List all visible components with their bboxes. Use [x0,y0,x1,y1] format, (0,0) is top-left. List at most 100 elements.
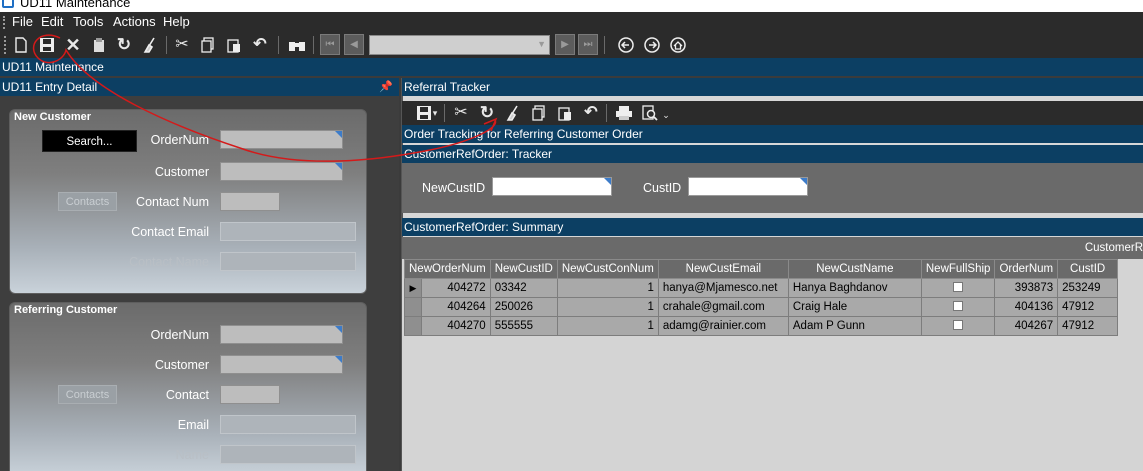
new-customer-field[interactable] [220,162,343,181]
ref-customer-label: Customer [154,358,209,372]
table-cell[interactable]: 404264 [404,297,491,317]
checkbox[interactable] [953,319,964,330]
full-ship-cell[interactable] [920,278,996,298]
checkbox[interactable] [953,281,964,292]
referral-toolbar: ▾ ✂ ↻ ↶ ⌄ [402,101,1143,125]
last-record-icon[interactable]: ⏭ [578,34,598,55]
table-row[interactable]: 404272 ▶ 03342 1 hanya@Mjamesco.net Hanya Bag… [404,278,1119,298]
table-cell[interactable]: 404267 [994,316,1059,336]
checkbox[interactable] [953,300,964,311]
column-header[interactable]: OrderNum [994,259,1059,279]
back-icon[interactable] [616,35,636,55]
print-icon[interactable] [614,103,634,123]
full-ship-cell[interactable] [920,297,996,317]
new-cust-id-field[interactable] [492,177,612,196]
menu-help[interactable]: Help [163,14,190,29]
ref-email-field[interactable] [220,415,356,434]
table-cell[interactable]: 404272 ▶ [404,278,491,298]
table-cell[interactable]: Adam P Gunn [787,316,922,336]
referring-customer-title: Referring Customer [14,304,118,316]
table-cell[interactable]: 404270 [404,316,491,336]
column-header[interactable]: NewCustID [489,259,558,279]
new-contacts-button[interactable]: Contacts [58,192,117,211]
paste-icon[interactable] [555,103,575,123]
full-ship-cell[interactable] [920,316,996,336]
table-cell[interactable]: 1 [556,316,659,336]
column-header[interactable]: NewCustConNum [556,259,659,279]
table-cell[interactable]: adamg@rainier.com [657,316,789,336]
cut-icon[interactable]: ✂ [451,103,471,123]
undo-icon[interactable]: ↶ [581,103,601,123]
print-preview-icon[interactable] [640,103,660,123]
ref-ordernum-field[interactable] [220,325,343,344]
copy-icon[interactable] [529,103,549,123]
pin-icon[interactable]: 📌 [379,78,393,96]
table-cell[interactable]: 250026 [489,297,558,317]
clipboard-icon[interactable] [89,35,109,55]
ref-contacts-button[interactable]: Contacts [58,385,117,404]
table-cell[interactable]: 47912 [1057,297,1119,317]
entry-detail-header: UD11 Entry Detail 📌 [0,78,399,96]
contact-num-field[interactable] [220,192,280,211]
contact-name-field[interactable] [220,252,356,271]
column-header[interactable]: CustID [1057,259,1119,279]
menu-file[interactable]: File [12,14,33,29]
undo-icon[interactable]: ↶ [250,35,270,55]
overflow-chevron-icon[interactable]: ⌄ [661,105,671,125]
ref-email-label: Email [177,418,209,432]
row-indicator-icon[interactable]: ▶ [405,279,422,297]
new-ordernum-label: OrderNum [150,133,209,147]
cut-icon[interactable]: ✂ [172,35,192,55]
table-row[interactable]: 404270 555555 1 adamg@rainier.com Adam P Gun… [404,316,1119,336]
table-cell[interactable]: 47912 [1057,316,1119,336]
table-row[interactable]: 404264 250026 1 crahale@gmail.com Craig Hale… [404,297,1119,317]
table-cell[interactable]: 253249 [1057,278,1119,298]
home-icon[interactable] [668,35,688,55]
menu-actions[interactable]: Actions [113,14,156,29]
ref-contact-field[interactable] [220,385,280,404]
table-cell[interactable]: 03342 [489,278,558,298]
paste-icon[interactable] [224,35,244,55]
new-icon[interactable] [11,35,31,55]
save-icon[interactable] [37,35,57,55]
record-selector[interactable]: ▼ [369,35,550,55]
first-record-icon[interactable]: ⏮ [320,34,340,55]
table-cell[interactable]: 1 [556,278,659,298]
delete-icon[interactable]: ✕ [63,35,83,55]
table-cell[interactable]: 404136 [994,297,1059,317]
table-cell[interactable]: Craig Hale [787,297,922,317]
table-cell[interactable]: hanya@Mjamesco.net [657,278,789,298]
ref-customer-field[interactable] [220,355,343,374]
clear-icon[interactable] [503,103,523,123]
clear-icon[interactable] [140,35,160,55]
row-selector[interactable] [405,317,422,335]
table-cell[interactable]: 393873 [994,278,1059,298]
next-record-icon[interactable]: ▶ [555,34,575,55]
menu-edit[interactable]: Edit [41,14,63,29]
search-button[interactable]: Search... [42,130,137,152]
copy-icon[interactable] [198,35,218,55]
column-header[interactable]: NewCustName [787,259,922,279]
table-cell[interactable]: Hanya Baghdanov [787,278,922,298]
new-ordernum-field[interactable] [220,130,343,149]
column-header[interactable]: NewCustEmail [657,259,789,279]
cust-id-field[interactable] [688,177,808,196]
menu-tools[interactable]: Tools [73,14,103,29]
table-cell[interactable]: 555555 [489,316,558,336]
new-customer-group: New Customer Search... OrderNum Customer… [9,109,367,294]
chevron-down-icon[interactable]: ▾ [430,103,440,123]
contact-email-field[interactable] [220,222,356,241]
binoculars-icon[interactable] [287,35,307,55]
ref-name-field[interactable] [220,445,356,464]
refresh-icon[interactable]: ↻ [114,35,134,55]
table-cell[interactable]: 1 [556,297,659,317]
column-header[interactable]: NewOrderNum [404,259,491,279]
row-selector[interactable] [405,298,422,316]
refresh-icon[interactable]: ↻ [477,103,497,123]
table-cell[interactable]: crahale@gmail.com [657,297,789,317]
window-title: UD11 Maintenance [20,0,131,10]
previous-record-icon[interactable]: ◀ [344,34,364,55]
forward-icon[interactable] [642,35,662,55]
column-header[interactable]: NewFullShip [920,259,996,279]
ref-contact-label: Contact [165,388,209,402]
